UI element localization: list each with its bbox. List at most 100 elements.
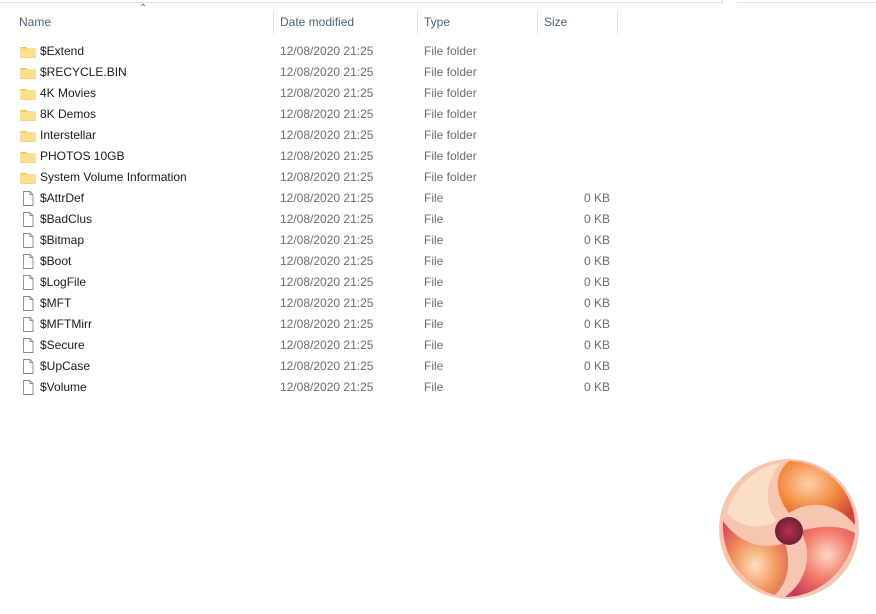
- folder-icon: [20, 170, 36, 185]
- item-name: $Secure: [40, 338, 85, 352]
- item-date-modified: 12/08/2020 21:25: [280, 128, 374, 142]
- column-header-type[interactable]: Type: [418, 10, 537, 35]
- item-name: PHOTOS 10GB: [40, 149, 125, 163]
- top-border-left: [0, 2, 722, 3]
- item-name: $Volume: [40, 380, 87, 394]
- item-type: File: [424, 233, 444, 247]
- list-item[interactable]: $Volume 12/08/2020 21:25 File 0 KB: [0, 377, 620, 398]
- item-type: File: [424, 212, 444, 226]
- list-item[interactable]: PHOTOS 10GB 12/08/2020 21:25 File folder: [0, 146, 620, 167]
- item-size: 0 KB: [583, 191, 610, 205]
- list-item[interactable]: $AttrDef 12/08/2020 21:25 File 0 KB: [0, 188, 620, 209]
- top-border-right: [737, 2, 876, 3]
- item-name: 8K Demos: [40, 107, 97, 121]
- item-size: 0 KB: [583, 338, 610, 352]
- item-date-modified: 12/08/2020 21:25: [280, 359, 374, 373]
- item-date-modified: 12/08/2020 21:25: [280, 254, 374, 268]
- item-name: $MFT: [40, 296, 72, 310]
- folder-icon: [20, 65, 36, 80]
- file-icon: [20, 338, 36, 353]
- item-date-modified: 12/08/2020 21:25: [280, 149, 374, 163]
- column-header-row: ⌃ Name Date modified Type Size: [0, 3, 620, 35]
- item-name: 4K Movies: [40, 86, 97, 100]
- item-name: $Extend: [40, 44, 85, 58]
- item-name: $Bitmap: [40, 233, 85, 247]
- item-type: File: [424, 275, 444, 289]
- item-type: File folder: [424, 86, 477, 100]
- file-icon: [20, 254, 36, 269]
- item-date-modified: 12/08/2020 21:25: [280, 317, 374, 331]
- item-name: $LogFile: [40, 275, 87, 289]
- item-name: $RECYCLE.BIN: [40, 65, 127, 79]
- item-name: $MFTMirr: [40, 317, 92, 331]
- column-header-date-modified[interactable]: Date modified: [274, 10, 417, 35]
- list-item[interactable]: $BadClus 12/08/2020 21:25 File 0 KB: [0, 209, 620, 230]
- file-icon: [20, 317, 36, 332]
- file-icon: [20, 359, 36, 374]
- folder-icon: [20, 128, 36, 143]
- item-date-modified: 12/08/2020 21:25: [280, 338, 374, 352]
- list-item[interactable]: 8K Demos 12/08/2020 21:25 File folder: [0, 104, 620, 125]
- item-name: Interstellar: [40, 128, 97, 142]
- item-type: File: [424, 191, 444, 205]
- item-type: File: [424, 359, 444, 373]
- item-date-modified: 12/08/2020 21:25: [280, 212, 374, 226]
- item-date-modified: 12/08/2020 21:25: [280, 380, 374, 394]
- item-date-modified: 12/08/2020 21:25: [280, 107, 374, 121]
- item-size: 0 KB: [583, 380, 610, 394]
- column-header-name[interactable]: Name: [13, 10, 273, 35]
- item-name: $UpCase: [40, 359, 91, 373]
- list-item[interactable]: System Volume Information 12/08/2020 21:2…: [0, 167, 620, 188]
- item-date-modified: 12/08/2020 21:25: [280, 65, 374, 79]
- item-type: File: [424, 380, 444, 394]
- file-icon: [20, 380, 36, 395]
- list-item[interactable]: $LogFile 12/08/2020 21:25 File 0 KB: [0, 272, 620, 293]
- item-size: 0 KB: [583, 212, 610, 226]
- column-header-size[interactable]: Size: [538, 10, 618, 35]
- list-item[interactable]: 4K Movies 12/08/2020 21:25 File folder: [0, 83, 620, 104]
- item-type: File folder: [424, 170, 477, 184]
- folder-icon: [20, 107, 36, 122]
- file-icon: [20, 212, 36, 227]
- list-item[interactable]: Interstellar 12/08/2020 21:25 File folder: [0, 125, 620, 146]
- column-divider[interactable]: [617, 10, 618, 35]
- top-border-tick: [722, 0, 723, 4]
- item-type: File: [424, 254, 444, 268]
- item-name: $Boot: [40, 254, 72, 268]
- item-date-modified: 12/08/2020 21:25: [280, 275, 374, 289]
- file-list: $Extend 12/08/2020 21:25 File folder $RECYC…: [0, 41, 620, 398]
- item-type: File: [424, 317, 444, 331]
- item-name: $AttrDef: [40, 191, 85, 205]
- list-item[interactable]: $MFTMirr 12/08/2020 21:25 File 0 KB: [0, 314, 620, 335]
- item-date-modified: 12/08/2020 21:25: [280, 296, 374, 310]
- folder-icon: [20, 149, 36, 164]
- item-size: 0 KB: [583, 359, 610, 373]
- item-size: 0 KB: [583, 296, 610, 310]
- item-date-modified: 12/08/2020 21:25: [280, 170, 374, 184]
- list-item[interactable]: $Bitmap 12/08/2020 21:25 File 0 KB: [0, 230, 620, 251]
- item-name: $BadClus: [40, 212, 93, 226]
- item-type: File: [424, 296, 444, 310]
- list-item[interactable]: $Secure 12/08/2020 21:25 File 0 KB: [0, 335, 620, 356]
- item-type: File folder: [424, 149, 477, 163]
- file-icon: [20, 296, 36, 311]
- list-item[interactable]: $UpCase 12/08/2020 21:25 File 0 KB: [0, 356, 620, 377]
- item-size: 0 KB: [583, 275, 610, 289]
- item-name: System Volume Information: [40, 170, 187, 184]
- item-date-modified: 12/08/2020 21:25: [280, 191, 374, 205]
- list-item[interactable]: $MFT 12/08/2020 21:25 File 0 KB: [0, 293, 620, 314]
- item-type: File folder: [424, 128, 477, 142]
- item-date-modified: 12/08/2020 21:25: [280, 233, 374, 247]
- item-size: 0 KB: [583, 233, 610, 247]
- brand-logo-icon: [719, 459, 859, 599]
- item-size: 0 KB: [583, 254, 610, 268]
- list-item[interactable]: $RECYCLE.BIN 12/08/2020 21:25 File folder: [0, 62, 620, 83]
- list-item[interactable]: $Boot 12/08/2020 21:25 File 0 KB: [0, 251, 620, 272]
- list-item[interactable]: $Extend 12/08/2020 21:25 File folder: [0, 41, 620, 62]
- item-type: File folder: [424, 65, 477, 79]
- file-icon: [20, 275, 36, 290]
- item-size: 0 KB: [583, 317, 610, 331]
- file-icon: [20, 191, 36, 206]
- item-date-modified: 12/08/2020 21:25: [280, 44, 374, 58]
- item-date-modified: 12/08/2020 21:25: [280, 86, 374, 100]
